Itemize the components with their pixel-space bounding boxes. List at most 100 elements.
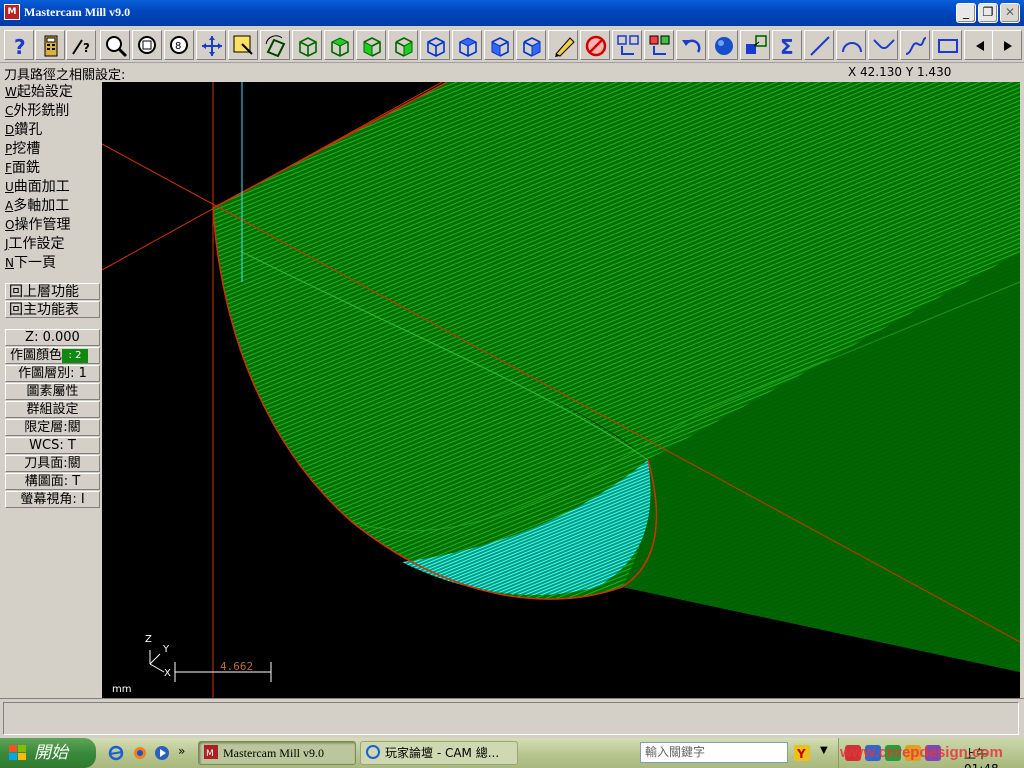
color-button[interactable]: 作圖顏色: 2 — [5, 347, 100, 364]
menu-item-label: 面銑 — [11, 160, 40, 176]
svg-text:?: ? — [14, 35, 26, 58]
axis-label-y: Y — [162, 644, 170, 655]
analyze-icon[interactable]: ? — [66, 30, 96, 60]
cplane-button[interactable]: 構圖面: T — [5, 473, 100, 490]
sum-icon[interactable]: Σ — [772, 30, 802, 60]
wcs-button[interactable]: WCS: T — [5, 437, 100, 454]
gview-top-icon[interactable] — [324, 30, 354, 60]
svg-text:Y: Y — [796, 747, 806, 761]
restore-button[interactable]: ❐ — [978, 3, 998, 23]
color-label: 作圖顏色 — [10, 348, 63, 363]
task-label: Mastercam Mill v9.0 — [223, 746, 324, 760]
gview-side-icon[interactable] — [388, 30, 418, 60]
menu-item-operations[interactable]: O操作管理 — [5, 216, 70, 234]
axis-label-z: Z — [145, 634, 152, 645]
rectangle-icon[interactable] — [932, 30, 962, 60]
groups-button[interactable]: 群組設定 — [5, 401, 100, 418]
toolbar: ? ? 8 Σ — [0, 27, 1024, 63]
cplane-3d-icon[interactable] — [420, 30, 450, 60]
level-button[interactable]: 作圖層別: 1 — [5, 365, 100, 382]
prompt-text: 刀具路徑之相關設定: — [4, 68, 126, 83]
menu-item-label: 挖槽 — [12, 141, 41, 157]
watermark-text: www.cnrepdesign.com — [840, 744, 1003, 761]
task-mastercam[interactable]: M Mastercam Mill v9.0 — [198, 741, 356, 765]
tplane-button[interactable]: 刀具面:關 — [5, 455, 100, 472]
z-depth-button[interactable]: Z: 0.000 — [5, 329, 100, 346]
menu-item-surface[interactable]: U曲面加工 — [5, 178, 70, 196]
task-label: 玩家論壇 - CAM 總... — [385, 746, 500, 760]
line-icon[interactable] — [804, 30, 834, 60]
cplane-top-icon[interactable] — [452, 30, 482, 60]
start-label: 開始 — [34, 743, 68, 763]
gview-front-icon[interactable] — [356, 30, 386, 60]
zoom-percent-icon[interactable]: 8 — [164, 30, 194, 60]
copy-icon[interactable] — [612, 30, 642, 60]
menu-item-drill[interactable]: D鑽孔 — [5, 121, 42, 139]
browser-icon[interactable] — [132, 745, 148, 761]
screen-select-icon[interactable] — [228, 30, 258, 60]
scroll-left-icon[interactable] — [964, 30, 994, 60]
save-view-icon[interactable] — [740, 30, 770, 60]
scale-bar: 4.662 — [174, 660, 272, 682]
browser-task-icon — [366, 745, 380, 759]
cplane-side-icon[interactable] — [516, 30, 546, 60]
close-button[interactable]: ✕ — [1000, 3, 1020, 23]
toolpath-canvas: Z Y X 4.662 mm — [102, 82, 1020, 698]
hotkey: D — [5, 123, 15, 137]
back-upper-button[interactable]: 回上層功能 — [5, 283, 100, 300]
delete-icon[interactable] — [580, 30, 610, 60]
yahoo-search-icon[interactable]: Y — [794, 745, 810, 761]
quicklaunch-expand-icon[interactable]: » — [178, 744, 185, 758]
color-swatch: : 2 — [62, 348, 89, 363]
cplane-front-icon[interactable] — [484, 30, 514, 60]
graphics-viewport[interactable]: Z Y X 4.662 mm — [102, 82, 1020, 698]
fillet-icon[interactable] — [868, 30, 898, 60]
search-field[interactable]: 輸入關鍵字 — [640, 742, 788, 763]
calculator-icon[interactable] — [35, 30, 65, 60]
edit-pencil-icon[interactable] — [548, 30, 578, 60]
svg-text:M: M — [206, 749, 214, 759]
mastercam-icon[interactable]: M — [4, 4, 20, 20]
hotkey: N — [5, 256, 14, 270]
scroll-right-icon[interactable] — [992, 30, 1022, 60]
start-button[interactable]: 開始 — [0, 738, 96, 768]
undo-icon[interactable] — [676, 30, 706, 60]
svg-text:8: 8 — [175, 41, 181, 52]
help-icon[interactable]: ? — [4, 30, 34, 60]
gview-button[interactable]: 螢幕視角: I — [5, 491, 100, 508]
unzoom-icon[interactable] — [132, 30, 162, 60]
shade-icon[interactable] — [708, 30, 738, 60]
zoom-icon[interactable] — [100, 30, 130, 60]
gview-rotate-icon[interactable] — [260, 30, 290, 60]
mastercam-task-icon: M — [204, 745, 218, 759]
title-bar: M Mastercam Mill v9.0 _ ❐ ✕ — [0, 0, 1024, 26]
transform-icon[interactable] — [644, 30, 674, 60]
windows-logo-icon — [9, 745, 26, 760]
pan-icon[interactable] — [196, 30, 226, 60]
menu-item-label: 下一頁 — [13, 255, 56, 271]
menu-item-label: 多軸加工 — [13, 198, 70, 214]
menu-item-initial-setup[interactable]: W起始設定 — [5, 83, 73, 101]
menu-item-multiaxis[interactable]: A多軸加工 — [5, 197, 69, 215]
menu-item-contour[interactable]: C外形銑削 — [5, 102, 69, 120]
arc-icon[interactable] — [836, 30, 866, 60]
menu-item-job-setup[interactable]: J工作設定 — [5, 235, 65, 253]
svg-text:Σ: Σ — [780, 35, 794, 58]
gview-3d-icon[interactable] — [292, 30, 322, 60]
menu-item-pocket[interactable]: P挖槽 — [5, 140, 40, 158]
internet-explorer-icon[interactable] — [108, 745, 124, 761]
menu-item-face[interactable]: F面銑 — [5, 159, 40, 177]
scale-value: 4.662 — [220, 660, 253, 673]
mask-button[interactable]: 限定層:關 — [5, 419, 100, 436]
menu-item-label: 操作管理 — [14, 217, 71, 233]
task-forum-browser[interactable]: 玩家論壇 - CAM 總... — [360, 741, 518, 765]
attributes-button[interactable]: 圖素屬性 — [5, 383, 100, 400]
left-menu: W起始設定 C外形銑削 D鑽孔 P挖槽 F面銑 U曲面加工 A多軸加工 O操作管… — [0, 82, 102, 698]
spline-icon[interactable] — [900, 30, 930, 60]
cursor-coordinates: X 42.130 Y 1.430 — [848, 65, 952, 79]
media-player-icon[interactable] — [154, 745, 170, 761]
minimize-button[interactable]: _ — [956, 3, 976, 23]
menu-item-next-page[interactable]: N下一頁 — [5, 254, 56, 272]
search-dropdown-icon[interactable]: ▼ — [820, 745, 828, 756]
main-menu-button[interactable]: 回主功能表 — [5, 301, 100, 318]
